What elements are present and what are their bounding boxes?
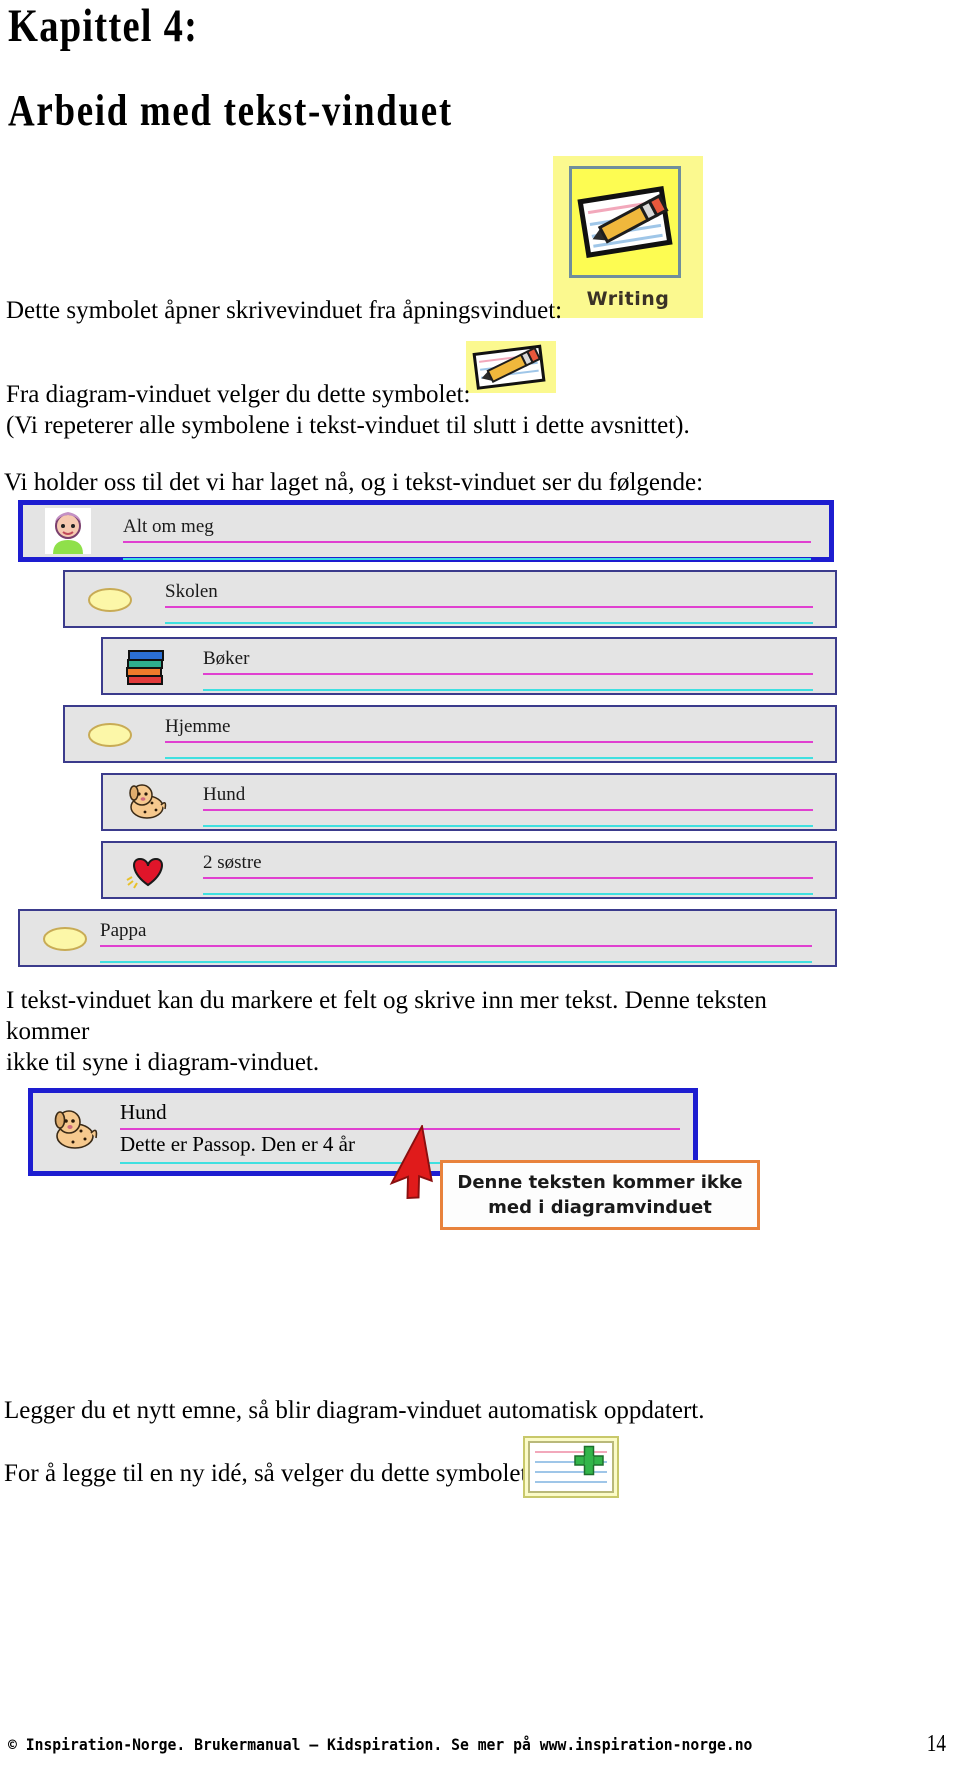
outline-row[interactable]: Hjemme — [63, 705, 837, 763]
text-edit-title: Hund — [120, 1100, 167, 1124]
outline-row-label: Pappa — [100, 920, 147, 941]
document-page: Kapittel 4: Arbeid med tekst-vinduet Wri… — [0, 0, 960, 1781]
outline-row-label: 2 søstre — [203, 852, 262, 873]
outline-row[interactable]: Skolen — [63, 570, 837, 628]
yellow-oval-icon — [42, 915, 88, 961]
writing-palette-tile[interactable]: Writing — [553, 156, 703, 318]
heart-icon — [125, 847, 171, 893]
outline-row-label: Alt om meg — [123, 516, 214, 537]
dog-icon — [125, 779, 171, 825]
outline-row[interactable]: Bøker — [101, 637, 837, 695]
paragraph-markere: I tekst-vinduet kan du markere et felt o… — [6, 985, 842, 1078]
row-rule-pink — [203, 673, 813, 675]
paragraph-markere-line2: ikke til syne i diagram-vinduet. — [6, 1049, 320, 1076]
row-rule-pink — [165, 741, 813, 743]
book-stack-icon — [125, 643, 171, 689]
outline-row[interactable]: Alt om meg — [18, 500, 834, 562]
paragraph-fra-diagram: Fra diagram-vinduet velger du dette symb… — [6, 379, 690, 441]
paragraph-legger-du: Legger du et nytt emne, så blir diagram-… — [4, 1397, 705, 1424]
paragraph-dette-symbolet: Dette symbolet åpner skrivevinduet fra å… — [6, 297, 563, 324]
row-rule-cyan — [165, 757, 813, 759]
row-rule-cyan — [123, 558, 811, 560]
paragraph-markere-line1: I tekst-vinduet kan du markere et felt o… — [6, 987, 767, 1045]
row-rule-pink — [123, 541, 811, 543]
row-rule-pink — [165, 606, 813, 608]
writing-palette-caption: Writing — [586, 288, 670, 310]
plus-icon[interactable] — [523, 1436, 619, 1498]
dog-icon — [50, 1104, 102, 1156]
page-number: 14 — [926, 1731, 946, 1757]
row-rule-pink — [203, 877, 813, 879]
row-rule-cyan — [203, 825, 813, 827]
row-rule-pink — [203, 809, 813, 811]
outline-row[interactable]: 2 søstre — [101, 841, 837, 899]
footer-text: © Inspiration-Norge. Brukermanual – Kids… — [8, 1735, 753, 1754]
outline-row-label: Skolen — [165, 581, 218, 602]
chapter-label: Kapittel 4: — [8, 0, 199, 52]
row-rule-pink — [100, 945, 812, 947]
paragraph-fra-diagram-line: Fra diagram-vinduet velger du dette symb… — [6, 381, 471, 408]
text-outline-window[interactable]: Alt om meg Skolen Bøker Hjemme Hund 2 sø… — [18, 500, 842, 970]
outline-row[interactable]: Pappa — [18, 909, 837, 967]
callout-box: Denne teksten kommer ikke med i diagramv… — [440, 1160, 760, 1230]
paper-pencil-icon — [569, 166, 681, 278]
text-edit-body: Dette er Passop. Den er 4 år — [120, 1132, 355, 1156]
paragraph-vi-repeterer: (Vi repeterer alle symbolene i tekst-vin… — [6, 412, 690, 439]
outline-row[interactable]: Hund — [101, 773, 837, 831]
row-rule-cyan — [100, 961, 812, 963]
row-rule-cyan — [165, 622, 813, 624]
page-title: Arbeid med tekst-vinduet — [8, 86, 453, 135]
outline-row-label: Hjemme — [165, 716, 231, 737]
girl-face-icon — [45, 508, 91, 554]
row-rule-cyan — [203, 893, 813, 895]
callout-line1: Denne teksten kommer ikke — [457, 1172, 743, 1193]
paragraph-for-a-legge: For å legge til en ny idé, så velger du … — [4, 1460, 535, 1487]
outline-row-label: Bøker — [203, 648, 250, 669]
yellow-oval-icon — [87, 711, 133, 757]
yellow-oval-icon — [87, 576, 133, 622]
paragraph-vi-holder: Vi holder oss til det vi har laget nå, o… — [4, 469, 704, 496]
outline-row-label: Hund — [203, 784, 246, 805]
row-rule-cyan — [203, 689, 813, 691]
callout-line2: med i diagramvinduet — [488, 1197, 712, 1218]
